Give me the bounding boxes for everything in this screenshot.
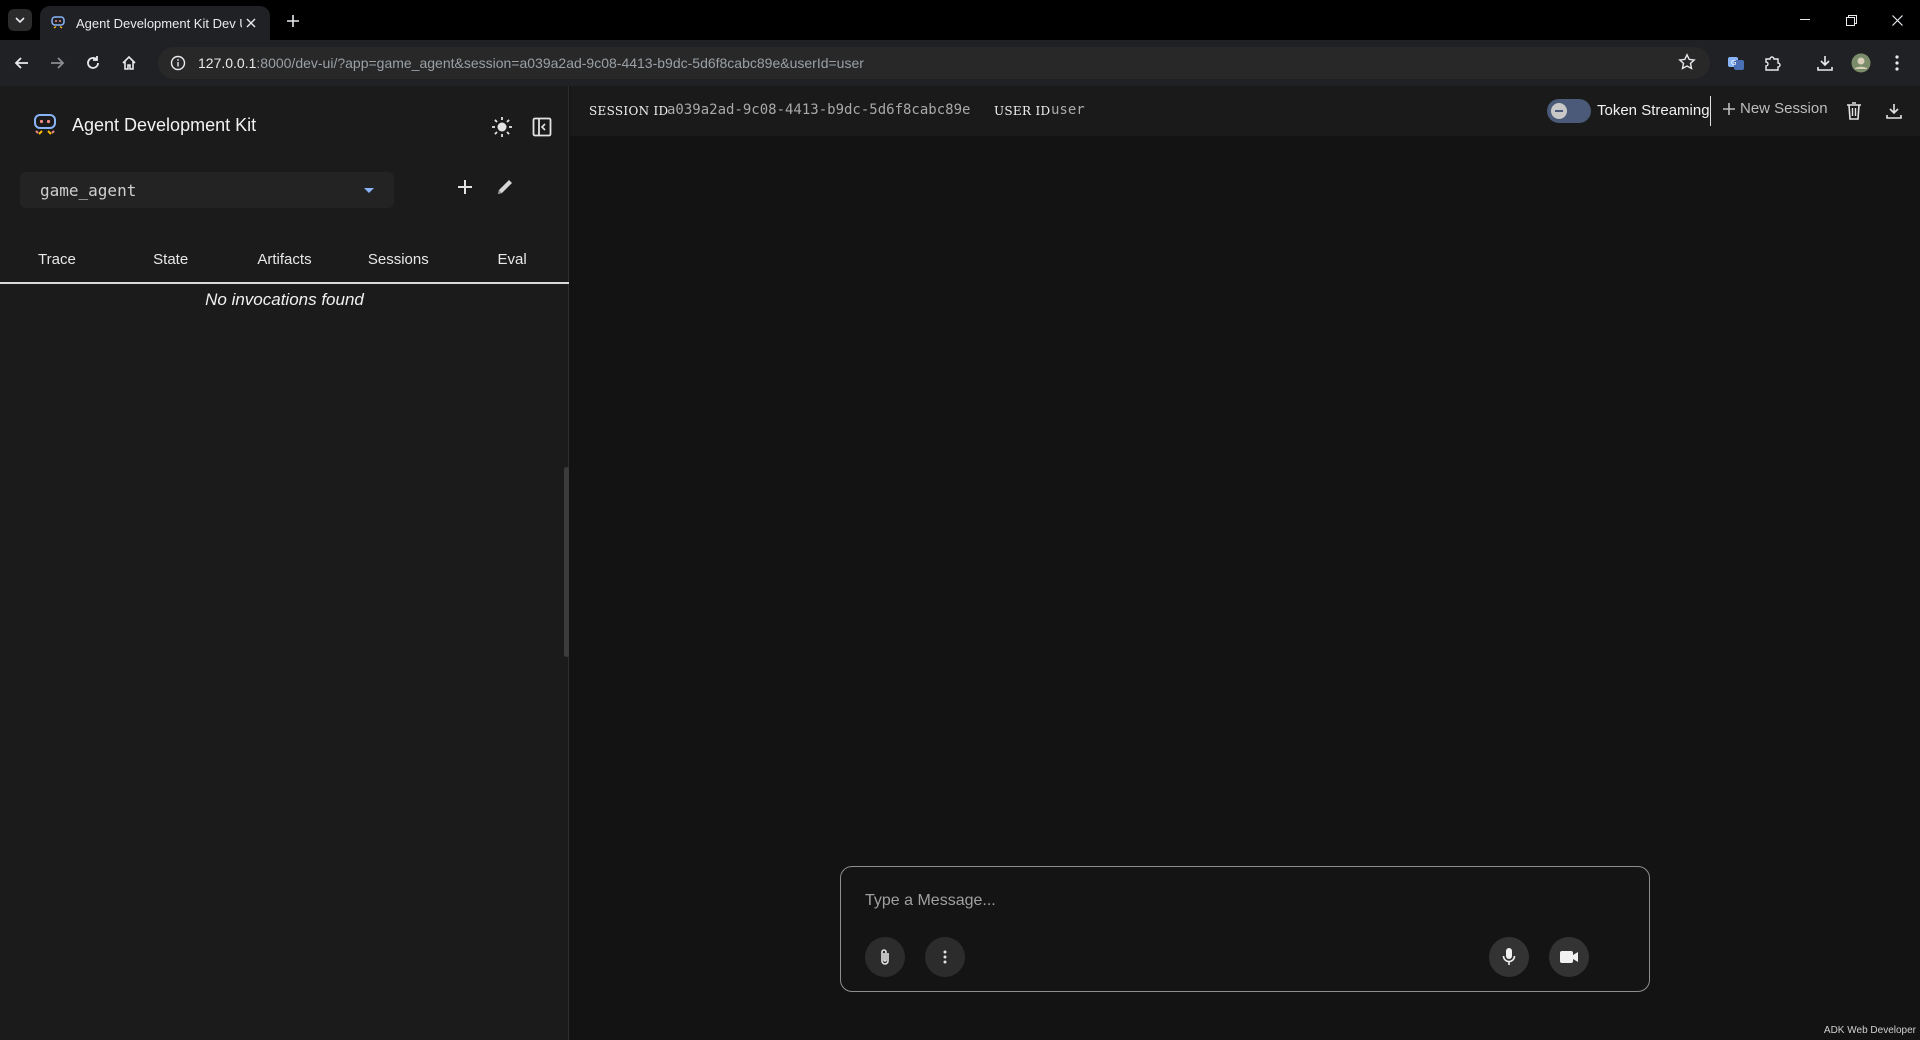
tab-strip: Agent Development Kit Dev UI <box>0 0 1920 40</box>
tab-sessions[interactable]: Sessions <box>341 236 455 282</box>
sun-icon <box>492 117 512 137</box>
adk-dev-ui: Agent Development Kit game_agent Trace S <box>0 86 1920 1040</box>
plus-icon <box>1723 102 1735 115</box>
trash-icon <box>1847 102 1861 120</box>
new-tab-button[interactable] <box>281 9 305 33</box>
theme-toggle-button[interactable] <box>489 114 515 140</box>
chat-main: SESSION ID a039a2ad-9c08-4413-b9dc-5d6f8… <box>570 86 1920 1040</box>
downloads-button[interactable] <box>1813 51 1837 75</box>
minimize-icon <box>1800 19 1810 20</box>
agent-select-value: game_agent <box>40 180 137 200</box>
footer-note: ADK Web Developer <box>1823 1025 1916 1036</box>
divider <box>1710 96 1711 126</box>
empty-invocations-message: No invocations found <box>205 290 364 309</box>
attach-button[interactable] <box>865 937 905 977</box>
browser-toolbar: 127.0.0.1:8000/dev-ui/?app=game_agent&se… <box>0 40 1920 86</box>
adk-favicon-icon <box>51 16 65 29</box>
download-icon <box>1817 56 1833 71</box>
restore-button[interactable] <box>1828 0 1874 40</box>
agent-select[interactable]: game_agent <box>20 172 394 208</box>
plus-icon <box>458 180 472 194</box>
session-id-label: SESSION ID <box>589 104 669 118</box>
new-session-button[interactable]: New Session <box>1722 100 1828 117</box>
session-id-value: a039a2ad-9c08-4413-b9dc-5d6f8cabc89e <box>667 102 971 118</box>
plus-icon <box>287 15 299 27</box>
more-vert-icon <box>943 950 947 964</box>
adk-logo-icon <box>34 114 56 135</box>
home-icon <box>122 55 136 70</box>
user-id-label: USER ID <box>994 104 1051 118</box>
video-button[interactable] <box>1549 937 1589 977</box>
user-id-value: user <box>1051 102 1085 118</box>
message-composer <box>840 866 1650 992</box>
reload-icon <box>87 56 99 69</box>
pencil-icon <box>498 180 512 194</box>
restore-icon <box>1845 14 1857 26</box>
avatar-icon <box>1851 53 1871 73</box>
translate-icon: G <box>1728 57 1744 70</box>
translate-extension-button[interactable]: G <box>1724 51 1748 75</box>
token-streaming-label: Token Streaming <box>1597 102 1710 119</box>
forward-button[interactable] <box>45 51 69 75</box>
more-options-button[interactable] <box>925 937 965 977</box>
download-icon <box>1886 104 1902 119</box>
back-button[interactable] <box>10 51 34 75</box>
profile-avatar[interactable] <box>1849 51 1873 75</box>
home-button[interactable] <box>117 51 141 75</box>
brand-title: Agent Development Kit <box>72 114 257 135</box>
url-host: 127.0.0.1 <box>198 55 257 71</box>
browser-menu-button[interactable] <box>1885 51 1909 75</box>
close-window-button[interactable] <box>1874 0 1920 40</box>
panel-toggle-icon <box>532 117 552 137</box>
tab-close-button[interactable] <box>242 14 260 32</box>
url-path: :8000/dev-ui/?app=game_agent&session=a03… <box>256 55 864 71</box>
browser-chrome: Agent Development Kit Dev UI 127.0.0.1:… <box>0 0 1920 86</box>
close-icon <box>1891 14 1903 26</box>
download-session-button[interactable] <box>1882 99 1906 123</box>
puzzle-icon <box>1765 56 1781 71</box>
bookmark-star-icon[interactable] <box>1678 53 1698 73</box>
add-agent-button[interactable] <box>452 174 478 200</box>
dropdown-caret-icon <box>364 187 374 193</box>
more-vert-icon <box>1895 55 1899 71</box>
edit-agent-button[interactable] <box>492 174 518 200</box>
tab-state[interactable]: State <box>114 236 228 282</box>
address-bar[interactable]: 127.0.0.1:8000/dev-ui/?app=game_agent&se… <box>158 47 1710 79</box>
tab-trace[interactable]: Trace <box>0 236 114 282</box>
message-input[interactable] <box>865 889 1625 913</box>
toggle-knob <box>1551 103 1567 119</box>
brand: Agent Development Kit <box>32 112 256 138</box>
tab-eval[interactable]: Eval <box>455 236 569 282</box>
collapse-panel-button[interactable] <box>529 114 555 140</box>
minimize-button[interactable] <box>1782 0 1828 40</box>
chevron-down-icon <box>15 17 25 23</box>
close-icon <box>246 18 256 28</box>
window-controls <box>1782 0 1920 40</box>
mic-icon <box>1502 948 1516 965</box>
new-session-label: New Session <box>1740 100 1828 117</box>
svg-text:G: G <box>1731 59 1736 67</box>
arrow-right-icon <box>51 57 65 69</box>
session-bar: SESSION ID a039a2ad-9c08-4413-b9dc-5d6f8… <box>570 86 1920 136</box>
paperclip-icon <box>881 949 889 965</box>
panel-resize-handle[interactable] <box>564 467 569 657</box>
browser-tab-active[interactable]: Agent Development Kit Dev UI <box>40 6 270 40</box>
tab-artifacts[interactable]: Artifacts <box>228 236 342 282</box>
extensions-button[interactable] <box>1760 51 1784 75</box>
side-tabs: Trace State Artifacts Sessions Eval <box>0 236 569 284</box>
site-info-icon[interactable] <box>168 53 188 73</box>
videocam-icon <box>1560 951 1578 963</box>
arrow-left-icon <box>14 57 28 69</box>
side-panel: Agent Development Kit game_agent Trace S <box>0 86 569 1040</box>
tab-search-button[interactable] <box>8 9 32 31</box>
browser-tab-title: Agent Development Kit Dev UI <box>76 15 242 31</box>
token-streaming-toggle[interactable] <box>1547 99 1591 123</box>
reload-button[interactable] <box>81 51 105 75</box>
delete-session-button[interactable] <box>1842 99 1866 123</box>
mic-button[interactable] <box>1489 937 1529 977</box>
